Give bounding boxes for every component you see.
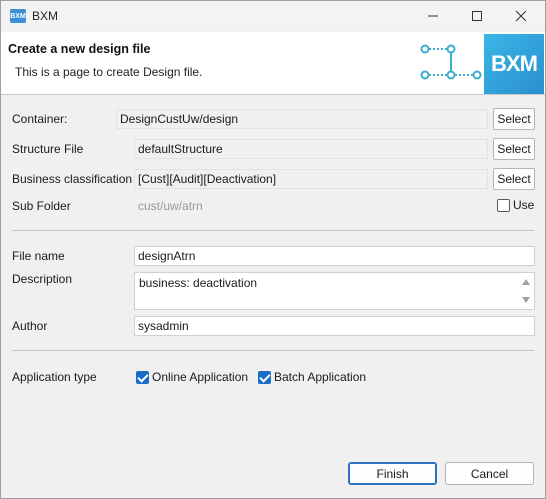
page-title: Create a new design file xyxy=(8,42,151,56)
app-icon: BXM xyxy=(10,9,26,23)
close-icon xyxy=(515,10,527,22)
section-divider xyxy=(12,230,534,231)
dialog-window: BXM BXM Create a new design file This is… xyxy=(0,0,546,499)
batch-application-checkbox[interactable] xyxy=(258,371,271,384)
scroll-down-icon[interactable] xyxy=(521,296,531,304)
business-classification-field[interactable]: [Cust][Audit][Deactivation] xyxy=(134,169,488,189)
structure-file-label: Structure File xyxy=(12,142,84,156)
title-bar[interactable]: BXM BXM xyxy=(1,1,545,31)
structure-select-button[interactable]: Select xyxy=(493,138,535,160)
page-subtitle: This is a page to create Design file. xyxy=(15,65,203,79)
online-application-checkbox[interactable] xyxy=(136,371,149,384)
description-textarea[interactable]: business: deactivation xyxy=(134,272,535,310)
section-divider xyxy=(12,350,534,351)
author-input[interactable]: sysadmin xyxy=(134,316,535,336)
use-subfolder-label: Use xyxy=(513,198,535,212)
container-field[interactable]: DesignCustUw/design xyxy=(116,109,488,129)
container-label: Container: xyxy=(12,112,68,126)
close-button[interactable] xyxy=(499,1,543,31)
file-name-input[interactable]: designAtrn xyxy=(134,246,535,266)
maximize-icon xyxy=(472,11,482,21)
wizard-banner: Create a new design file This is a page … xyxy=(1,32,545,94)
sub-folder-label: Sub Folder xyxy=(12,199,71,213)
minimize-icon xyxy=(428,15,438,17)
batch-application-label: Batch Application xyxy=(274,370,367,384)
online-application-label: Online Application xyxy=(152,370,249,384)
maximize-button[interactable] xyxy=(455,1,499,31)
application-type-label: Application type xyxy=(12,370,97,384)
business-classification-label: Business classification xyxy=(12,172,133,186)
design-flow-icon xyxy=(420,44,482,80)
description-label: Description xyxy=(12,272,73,286)
finish-button[interactable]: Finish xyxy=(348,462,437,485)
author-label: Author xyxy=(12,319,48,333)
cancel-button[interactable]: Cancel xyxy=(445,462,534,485)
description-text: business: deactivation xyxy=(139,276,258,290)
file-name-label: File name xyxy=(12,249,65,263)
minimize-button[interactable] xyxy=(411,1,455,31)
bxm-logo: BXM xyxy=(484,34,544,94)
scroll-up-icon[interactable] xyxy=(521,278,531,286)
structure-file-field[interactable]: defaultStructure xyxy=(134,139,488,159)
window-title: BXM xyxy=(32,9,59,23)
sub-folder-field: cust/uw/atrn xyxy=(134,196,488,216)
business-select-button[interactable]: Select xyxy=(493,168,535,190)
banner-divider xyxy=(1,94,545,95)
use-subfolder-checkbox[interactable] xyxy=(497,199,510,212)
container-select-button[interactable]: Select xyxy=(493,108,535,130)
